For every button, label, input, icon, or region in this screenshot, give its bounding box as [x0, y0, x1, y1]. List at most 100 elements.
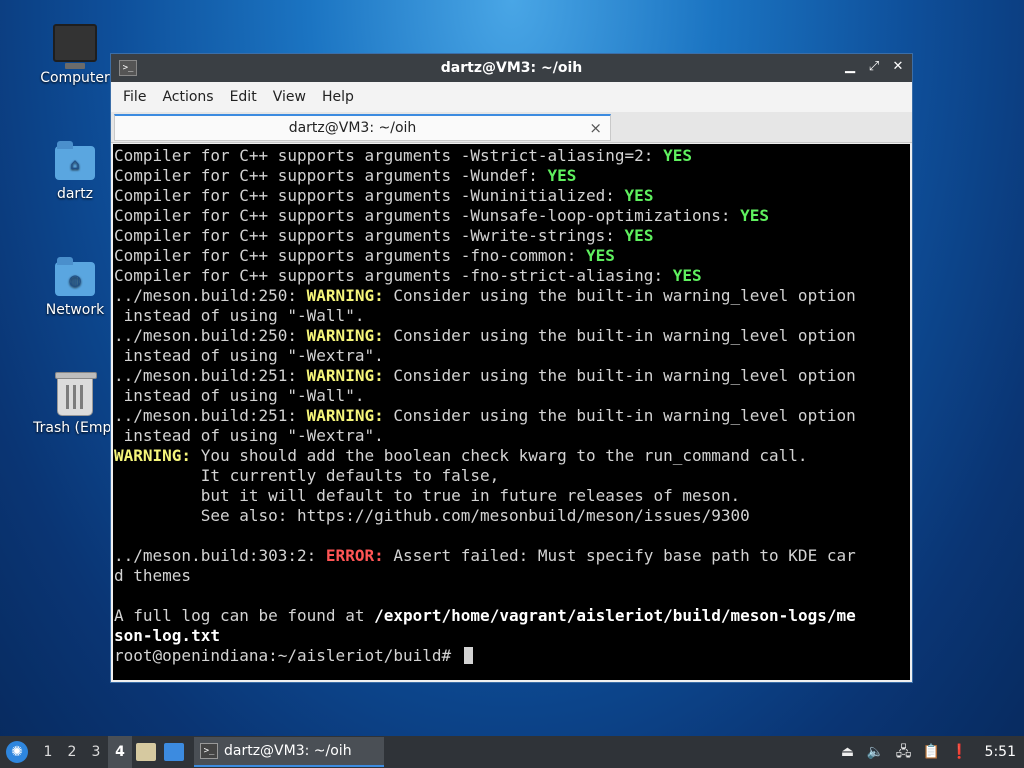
network-status-icon[interactable]: 🖧: [895, 743, 913, 761]
terminal-segment: A full log can be found at: [114, 606, 375, 625]
terminal-segment: instead of using "-Wall".: [114, 306, 365, 325]
terminal-segment: [114, 526, 124, 545]
desktop-icon-home[interactable]: ⌂ dartz: [30, 141, 120, 202]
desktop-icon-network[interactable]: ◍ Network: [30, 257, 120, 318]
shell-prompt: root@openindiana:~/aisleriot/build#: [114, 646, 461, 665]
menu-help[interactable]: Help: [314, 89, 362, 105]
close-button[interactable]: ✕: [890, 59, 906, 75]
terminal-segment: son-log.txt: [114, 626, 220, 645]
terminal-segment: ERROR:: [325, 546, 384, 565]
terminal-line: Compiler for C++ supports arguments -Wun…: [114, 166, 910, 186]
terminal-line: instead of using "-Wextra".: [114, 346, 910, 366]
menu-view[interactable]: View: [265, 89, 314, 105]
terminal-line: See also: https://github.com/mesonbuild/…: [114, 506, 910, 526]
terminal-line: instead of using "-Wextra".: [114, 426, 910, 446]
terminal-icon: >_: [200, 743, 218, 759]
taskbar-task-terminal[interactable]: >_ dartz@VM3: ~/oih: [194, 737, 384, 767]
start-menu-icon[interactable]: ✺: [6, 741, 28, 763]
menu-edit[interactable]: Edit: [222, 89, 265, 105]
network-folder-icon: ◍: [55, 257, 95, 296]
terminal-segment: Consider using the built-in warning_leve…: [383, 366, 856, 385]
maximize-button[interactable]: ⤢: [866, 59, 882, 75]
home-folder-icon: ⌂: [55, 141, 95, 180]
eject-icon[interactable]: ⏏: [839, 743, 857, 761]
terminal-line: Compiler for C++ supports arguments -Wwr…: [114, 226, 910, 246]
terminal-segment: WARNING:: [306, 326, 384, 345]
terminal-segment: Compiler for C++ supports arguments -Wun…: [114, 186, 625, 205]
terminal-segment: WARNING:: [306, 286, 384, 305]
desktop-icon-trash[interactable]: Trash (Empt: [30, 372, 120, 436]
desktop-icon-label: Trash (Empt: [33, 420, 117, 436]
desktop-icon-label: dartz: [56, 186, 94, 202]
terminal-line: instead of using "-Wall".: [114, 306, 910, 326]
terminal-segment: [114, 586, 124, 605]
terminal-segment: YES: [624, 186, 654, 205]
file-manager-icon[interactable]: [136, 743, 156, 761]
terminal-line: son-log.txt: [114, 626, 910, 646]
terminal-segment: YES: [624, 226, 654, 245]
terminal-segment: See also: https://github.com/mesonbuild/…: [114, 506, 750, 525]
menu-file[interactable]: File: [115, 89, 154, 105]
desktop-icon-label: Network: [45, 302, 105, 318]
terminal-segment: /export/home/vagrant/aisleriot/build/mes…: [374, 606, 856, 625]
terminal-line: instead of using "-Wall".: [114, 386, 910, 406]
menubar: File Actions Edit View Help: [111, 82, 912, 112]
terminal-segment: WARNING:: [306, 406, 384, 425]
terminal-line: but it will default to true in future re…: [114, 486, 910, 506]
workspace-3[interactable]: 3: [84, 744, 108, 760]
workspace-2[interactable]: 2: [60, 744, 84, 760]
terminal-segment: Compiler for C++ supports arguments -Wun…: [114, 166, 548, 185]
terminal-line: d themes: [114, 566, 910, 586]
cursor: [463, 647, 473, 664]
terminal-line: ../meson.build:251: WARNING: Consider us…: [114, 406, 910, 426]
desktop-icon-computer[interactable]: Computer: [30, 24, 120, 86]
terminal-segment: instead of using "-Wextra".: [114, 426, 384, 445]
terminal-line: Compiler for C++ supports arguments -Wun…: [114, 206, 910, 226]
menu-actions[interactable]: Actions: [154, 89, 221, 105]
terminal-window[interactable]: >_ dartz@VM3: ~/oih ▁ ⤢ ✕ File Actions E…: [110, 53, 913, 683]
window-title: dartz@VM3: ~/oih: [440, 60, 583, 76]
terminal-line: [114, 526, 910, 546]
terminal-segment: You should add the boolean check kwarg t…: [191, 446, 808, 465]
terminal-line: Compiler for C++ supports arguments -Wst…: [114, 146, 910, 166]
terminal-segment: Assert failed: Must specify base path to…: [383, 546, 856, 565]
clock[interactable]: 5:51: [985, 744, 1016, 760]
terminal-segment: Compiler for C++ supports arguments -fno…: [114, 266, 673, 285]
minimize-button[interactable]: ▁: [842, 59, 858, 75]
trash-icon: [55, 372, 97, 416]
workspace-4[interactable]: 4: [108, 736, 132, 768]
terminal-prompt-line: root@openindiana:~/aisleriot/build#: [114, 646, 910, 666]
terminal-output[interactable]: Compiler for C++ supports arguments -Wst…: [113, 144, 910, 680]
workspace-1[interactable]: 1: [36, 744, 60, 760]
terminal-segment: but it will default to true in future re…: [114, 486, 741, 505]
tab-bar: dartz@VM3: ~/oih ×: [111, 112, 912, 143]
volume-icon[interactable]: 🔈: [867, 743, 885, 761]
task-label: dartz@VM3: ~/oih: [224, 743, 352, 759]
terminal-segment: YES: [663, 146, 692, 165]
terminal-segment: d themes: [114, 566, 192, 585]
terminal-line: It currently defaults to false,: [114, 466, 910, 486]
terminal-line: [114, 586, 910, 606]
tab-close-icon[interactable]: ×: [589, 119, 602, 137]
terminal-segment: ../meson.build:251:: [114, 406, 307, 425]
terminal-segment: YES: [586, 246, 615, 265]
terminal-segment: ../meson.build:303:2:: [114, 546, 326, 565]
terminal-line: ../meson.build:303:2: ERROR: Assert fail…: [114, 546, 910, 566]
tab-label: dartz@VM3: ~/oih: [288, 120, 417, 136]
terminal-segment: Compiler for C++ supports arguments -Wun…: [114, 206, 741, 225]
show-desktop-icon[interactable]: [164, 743, 184, 761]
terminal-segment: YES: [740, 206, 770, 225]
terminal-line: Compiler for C++ supports arguments -Wun…: [114, 186, 910, 206]
terminal-line: ../meson.build:250: WARNING: Consider us…: [114, 286, 910, 306]
taskbar: ✺ 1 2 3 4 >_ dartz@VM3: ~/oih ⏏ 🔈 🖧 📋 ❗ …: [0, 736, 1024, 768]
terminal-line: Compiler for C++ supports arguments -fno…: [114, 246, 910, 266]
notification-icon[interactable]: ❗: [951, 743, 969, 761]
desktop-icon-label: Computer: [40, 70, 110, 86]
terminal-segment: Consider using the built-in warning_leve…: [383, 406, 856, 425]
terminal-segment: Compiler for C++ supports arguments -Wst…: [114, 146, 664, 165]
terminal-segment: ../meson.build:251:: [114, 366, 307, 385]
tab-terminal[interactable]: dartz@VM3: ~/oih ×: [114, 114, 611, 141]
clipboard-icon[interactable]: 📋: [923, 743, 941, 761]
terminal-lines: Compiler for C++ supports arguments -Wst…: [113, 144, 910, 666]
window-titlebar[interactable]: >_ dartz@VM3: ~/oih ▁ ⤢ ✕: [111, 54, 912, 82]
